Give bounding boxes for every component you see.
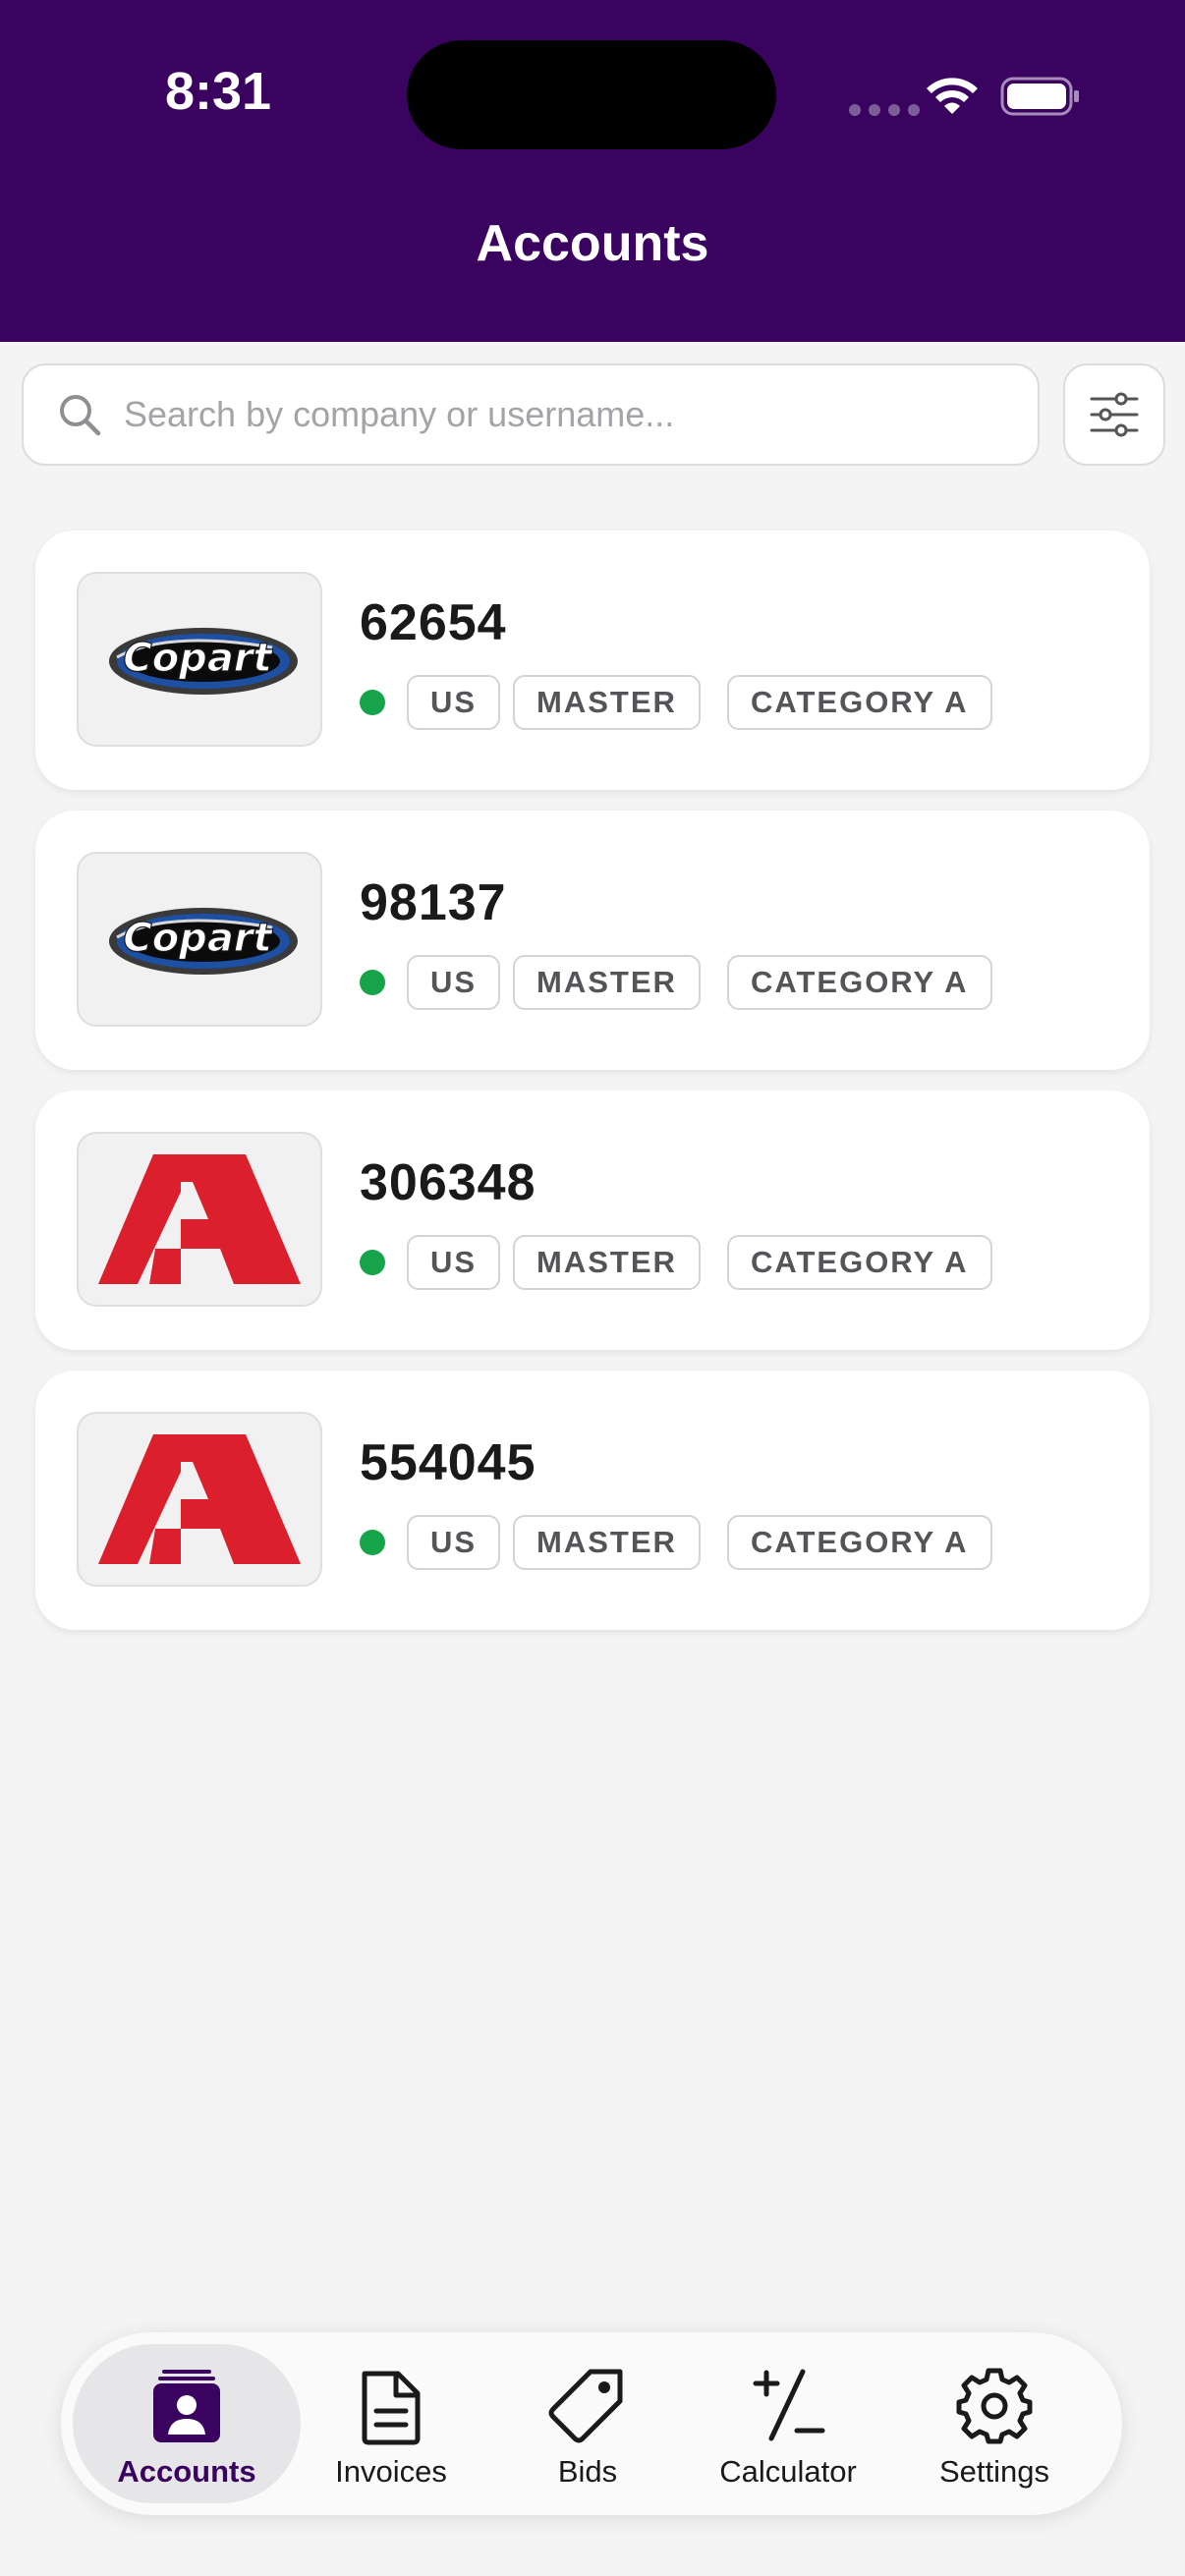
tag-icon — [548, 2369, 623, 2443]
category-tag: CATEGORY A — [727, 1235, 992, 1290]
copart-logo: Copart — [77, 572, 322, 747]
accounts-icon — [153, 2370, 220, 2442]
tab-calculator[interactable]: Calculator — [674, 2344, 902, 2503]
gear-icon — [956, 2368, 1033, 2444]
copart-logo: Copart — [77, 852, 322, 1027]
calculator-icon — [753, 2369, 825, 2441]
role-tag: MASTER — [513, 1235, 701, 1290]
app-header: 8:31 Accounts — [0, 0, 1185, 342]
dynamic-island — [407, 40, 776, 149]
region-tag: US — [407, 675, 501, 730]
account-card[interactable]: 306348 US MASTER CATEGORY A — [35, 1091, 1150, 1350]
page-title: Accounts — [476, 215, 709, 272]
tab-invoices[interactable]: Invoices — [277, 2344, 505, 2503]
tab-label: Invoices — [335, 2454, 447, 2489]
status-time: 8:31 — [164, 62, 272, 121]
account-id: 554045 — [360, 1434, 536, 1491]
status-indicator — [360, 1530, 385, 1555]
battery-icon — [1000, 77, 1079, 116]
tab-label: Accounts — [117, 2454, 256, 2489]
role-tag: MASTER — [513, 955, 701, 1010]
account-card[interactable]: Copart 62654 US MASTER CATEGORY A — [35, 531, 1150, 790]
account-card[interactable]: Copart 98137 US MASTER CATEGORY A — [35, 811, 1150, 1070]
region-tag: US — [407, 1515, 501, 1570]
filter-button[interactable] — [1063, 364, 1165, 466]
sliders-icon — [1090, 392, 1139, 437]
account-id: 306348 — [360, 1154, 536, 1211]
tab-label: Bids — [557, 2454, 618, 2489]
status-indicator — [360, 1250, 385, 1275]
search-bar[interactable] — [22, 364, 1040, 466]
role-tag: MASTER — [513, 675, 701, 730]
svg-text:Copart: Copart — [123, 636, 273, 681]
status-indicator — [360, 970, 385, 995]
tab-bids[interactable]: Bids — [474, 2344, 702, 2503]
tab-label: Settings — [938, 2454, 1049, 2489]
cellular-signal-icon — [849, 104, 920, 116]
status-indicator — [360, 690, 385, 715]
iaa-logo — [77, 1132, 322, 1307]
category-tag: CATEGORY A — [727, 675, 992, 730]
tab-settings[interactable]: Settings — [880, 2344, 1108, 2503]
wifi-icon — [927, 78, 978, 114]
search-icon — [60, 395, 101, 436]
svg-text:Copart: Copart — [123, 916, 273, 961]
iaa-logo — [77, 1412, 322, 1587]
search-input[interactable] — [124, 394, 1008, 435]
invoice-icon — [362, 2371, 421, 2445]
region-tag: US — [407, 1235, 501, 1290]
category-tag: CATEGORY A — [727, 1515, 992, 1570]
category-tag: CATEGORY A — [727, 955, 992, 1010]
tab-label: Calculator — [719, 2454, 857, 2489]
region-tag: US — [407, 955, 501, 1010]
bottom-tab-bar: Accounts Invoices Bids Calculator Settin… — [61, 2332, 1122, 2515]
account-id: 62654 — [360, 594, 507, 651]
account-card[interactable]: 554045 US MASTER CATEGORY A — [35, 1371, 1150, 1630]
tab-accounts[interactable]: Accounts — [73, 2344, 301, 2503]
role-tag: MASTER — [513, 1515, 701, 1570]
account-id: 98137 — [360, 874, 507, 931]
